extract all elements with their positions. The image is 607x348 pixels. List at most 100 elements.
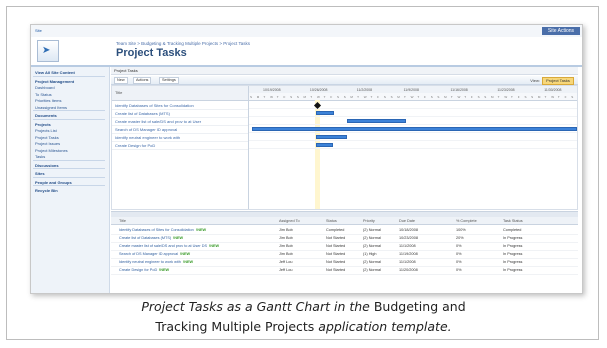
nav-item-4[interactable]: Priorities Items <box>35 98 61 103</box>
nav-item-16[interactable]: Recycle Bin <box>35 188 58 193</box>
gantt-task-title[interactable]: Create Design for PoD <box>115 143 155 148</box>
nav-item-7[interactable]: Projects <box>35 122 51 127</box>
gantt-day-label: S <box>250 94 253 99</box>
task-list-table: Title Assigned To Status Priority Due Date % … <box>111 217 578 291</box>
nav-item-13[interactable]: Discussions <box>35 163 59 168</box>
gantt-day-label: W <box>504 94 508 99</box>
table-cell-due: 10/23/2008 <box>399 236 419 240</box>
gantt-title-column[interactable]: Title <box>115 90 122 95</box>
nav-item-9[interactable]: Project Tasks <box>35 135 59 140</box>
new-button[interactable]: New <box>114 77 128 84</box>
gantt-day-label: M <box>537 94 541 99</box>
action-bar: New Actions Settings View: Project Tasks <box>111 76 578 85</box>
nav-item-3[interactable]: To Status <box>35 92 52 97</box>
gantt-row-line <box>249 108 577 109</box>
site-logo[interactable]: ➤ <box>37 40 59 62</box>
nav-item-14[interactable]: Sites <box>35 171 45 176</box>
gantt-week-label: 11/2/2008 <box>356 87 373 92</box>
gantt-day-label: F <box>470 94 473 99</box>
table-cell-due: 10/18/2008 <box>399 228 419 232</box>
caption-italic-a: Project Tasks as a Gantt Chart in the <box>141 299 374 314</box>
table-cell-status: Not Started <box>326 252 346 256</box>
list-column-header[interactable]: Priority <box>363 219 375 223</box>
gantt-bar[interactable] <box>316 135 348 139</box>
table-row[interactable]: Create Design for PoD !NEW Jeff Lou Not Sta… <box>111 266 578 275</box>
list-column-header[interactable]: Title <box>119 219 126 223</box>
nav-item-11[interactable]: Project Milestones <box>35 148 68 153</box>
nav-item-2[interactable]: Dashboard <box>35 85 55 90</box>
table-cell-assigned: Jeff Lou <box>279 260 293 264</box>
list-header-row: Title Assigned To Status Priority Due Date % … <box>111 217 578 225</box>
table-cell-title[interactable]: Identify neutral engineer to work with <box>119 260 181 264</box>
nav-item-8[interactable]: Projects List <box>35 128 57 133</box>
table-cell-status: Not Started <box>326 268 346 272</box>
settings-button[interactable]: Settings <box>159 77 179 84</box>
gantt-day-label: M <box>303 94 307 99</box>
sharepoint-screenshot: Site Site Actions ➤ Team Site > Budgetin… <box>30 24 583 294</box>
list-column-header[interactable]: Task Status <box>503 219 523 223</box>
table-cell-title[interactable]: Search of DS Manager ID approval <box>119 252 178 256</box>
site-actions-button[interactable]: Site Actions <box>542 27 580 35</box>
welcome-link[interactable]: Site <box>35 28 42 33</box>
nav-item-12[interactable]: Tasks <box>35 154 45 159</box>
gantt-bar[interactable] <box>316 111 335 115</box>
list-column-header[interactable]: % Complete <box>456 219 477 223</box>
gantt-task-title[interactable]: Identify Databases of Sites for Consolid… <box>115 103 194 108</box>
table-cell-due: 11/1/2008 <box>399 260 416 264</box>
gantt-day-label: S <box>290 94 293 99</box>
list-column-header[interactable]: Due Date <box>399 219 415 223</box>
new-badge: !NEW <box>183 260 194 264</box>
gantt-day-label: T <box>450 94 453 99</box>
new-badge: !NEW <box>173 236 184 240</box>
nav-separator <box>33 75 105 77</box>
gantt-bar[interactable] <box>316 143 333 147</box>
gantt-task-title[interactable]: Create master list of sale/DS and prov t… <box>115 119 201 124</box>
gantt-day-label: S <box>383 94 386 99</box>
gantt-task-title[interactable]: Search of DS Manager ID approval <box>115 127 177 132</box>
list-column-header[interactable]: Assigned To <box>279 219 300 223</box>
gantt-bar[interactable] <box>252 127 577 131</box>
gantt-day-label: T <box>557 94 560 99</box>
gantt-task-title[interactable]: Identify neutral engineer to work with <box>115 135 180 140</box>
list-toolbar: Project Tasks <box>111 67 578 75</box>
gantt-row-line <box>249 132 577 133</box>
gantt-week-label: 10/26/2008 <box>309 87 328 92</box>
gantt-row-line <box>249 140 577 141</box>
gantt-day-label: W <box>551 94 555 99</box>
nav-item-6[interactable]: Documents <box>35 113 57 118</box>
table-cell-title[interactable]: Identify Databases of Sites for Consolid… <box>119 228 194 232</box>
gantt-day-label: M <box>490 94 494 99</box>
table-cell-assigned: Jim Bob <box>279 228 293 232</box>
table-cell-status: Not Started <box>326 244 346 248</box>
table-cell-status: Not Started <box>326 260 346 264</box>
nav-item-0[interactable]: View All Site Content <box>35 70 75 75</box>
nav-item-5[interactable]: Unassigned Items <box>35 105 67 110</box>
table-cell-due: 11/19/2008 <box>399 252 418 256</box>
table-cell-title[interactable]: Create master list of sale/DS and prov t… <box>119 244 207 248</box>
list-column-header[interactable]: Status <box>326 219 337 223</box>
gantt-day-label: W <box>270 94 273 99</box>
gantt-day-label: M <box>444 94 447 99</box>
gantt-task-title[interactable]: Create list of Databases (MTS) <box>115 111 170 116</box>
breadcrumb[interactable]: Team Site > Budgeting & Tracking Multipl… <box>116 41 250 46</box>
table-cell-pct: 100% <box>456 228 466 232</box>
gantt-task-row[interactable]: Create Design for PoD <box>112 141 248 150</box>
gantt-week-label: 11/23/2008 <box>497 87 515 92</box>
nav-item-1[interactable]: Project Management <box>35 79 74 84</box>
new-badge: !NEW <box>196 228 207 232</box>
gantt-bar[interactable] <box>347 119 407 123</box>
view-selector[interactable]: Project Tasks <box>542 77 574 85</box>
gantt-day-label: T <box>263 94 266 99</box>
gantt-day-label: T <box>544 94 547 99</box>
nav-item-15[interactable]: People and Groups <box>35 180 72 185</box>
table-cell-title[interactable]: Create list of Databases (MTS) <box>119 236 171 240</box>
toolbar-tab-project-tasks[interactable]: Project Tasks <box>114 68 138 73</box>
gantt-view: Title Identify Databases of Sites for Co… <box>111 85 578 210</box>
table-cell-pct: 20% <box>456 236 464 240</box>
gantt-day-label: T <box>417 94 420 99</box>
actions-button[interactable]: Actions <box>133 77 152 84</box>
table-cell-title[interactable]: Create Design for PoD <box>119 268 157 272</box>
nav-separator <box>33 185 105 186</box>
gantt-day-label: S <box>437 94 440 99</box>
nav-item-10[interactable]: Project Issues <box>35 141 60 146</box>
